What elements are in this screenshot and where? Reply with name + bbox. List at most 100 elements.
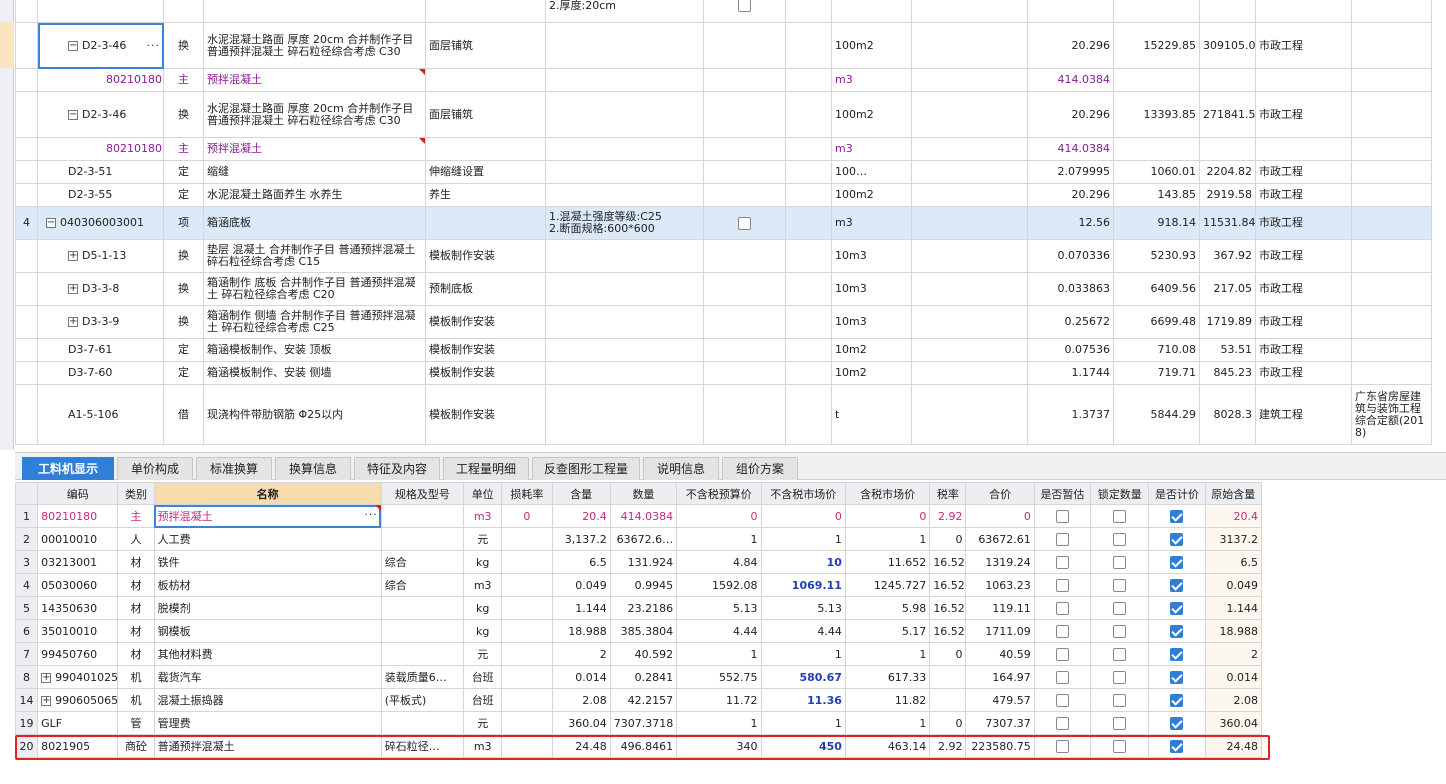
market-cell[interactable]: 1069.11 (760, 573, 846, 597)
lock-cell[interactable] (1090, 596, 1150, 620)
code-cell[interactable]: 00010010 (37, 527, 119, 551)
qty-cell[interactable]: 20.296 (1027, 91, 1114, 138)
price-cell[interactable]: 1060.01 (1113, 160, 1200, 184)
qty-cell[interactable]: 131.924 (609, 550, 678, 574)
unit-cell[interactable]: 100… (831, 160, 912, 184)
budget-cell[interactable]: 552.75 (676, 665, 762, 689)
priced-cell[interactable] (1148, 596, 1206, 620)
estimate-cell[interactable] (1033, 573, 1092, 597)
checkbox-cell[interactable] (703, 305, 786, 339)
qty-cell[interactable]: 0.070336 (1027, 239, 1114, 273)
extra-cell[interactable] (1351, 68, 1432, 92)
loss-cell[interactable] (501, 642, 553, 666)
checkbox[interactable] (738, 0, 751, 12)
no-cell[interactable] (15, 384, 38, 445)
priced-checkbox[interactable] (1170, 509, 1184, 523)
market-cell[interactable]: 10 (760, 550, 846, 574)
unit-cell[interactable]: m3 (463, 734, 503, 758)
priced-checkbox[interactable] (1170, 693, 1184, 707)
unit-cell[interactable]: 元 (463, 642, 503, 666)
qty-cell[interactable]: 7307.3718 (609, 711, 678, 735)
extra-cell[interactable] (1351, 22, 1432, 69)
code-cell[interactable]: 99450760 (37, 642, 119, 666)
qty-cell[interactable]: 40.592 (609, 642, 678, 666)
priced-cell[interactable] (1148, 642, 1206, 666)
taxmarket-cell[interactable]: 617.33 (844, 665, 931, 689)
feature-cell[interactable] (425, 137, 546, 161)
name-cell[interactable]: 预拌混凝土 (203, 137, 426, 161)
bill-row[interactable]: − D2-3-46 换水泥混凝土路面 厚度 20cm 合并制作子目 普通预拌混凝土 … (15, 91, 1432, 138)
tab-1[interactable]: 工料机显示 (22, 457, 114, 480)
unit-cell[interactable]: 台班 (463, 688, 503, 712)
major-cell[interactable]: 建筑工程 (1255, 384, 1352, 445)
column-header[interactable]: 不含税预算价 (676, 482, 762, 505)
collapse-icon[interactable]: − (46, 218, 56, 228)
extra-cell[interactable] (1351, 91, 1432, 138)
total-cell[interactable]: 1063.23 (965, 573, 1035, 597)
lock-checkbox[interactable] (1113, 670, 1127, 684)
name-cell[interactable]: 预拌混凝土 (203, 68, 426, 92)
no-cell[interactable] (15, 361, 38, 385)
price-cell[interactable]: 719.71 (1113, 361, 1200, 385)
name-cell[interactable]: 载货汽车 (153, 665, 382, 689)
market-cell[interactable]: 1 (760, 527, 846, 551)
budget-cell[interactable]: 1 (676, 527, 762, 551)
lock-cell[interactable] (1090, 573, 1150, 597)
tab-3[interactable]: 标准换算 (196, 457, 272, 480)
major-cell[interactable]: 市政工程 (1255, 361, 1352, 385)
feature-cell[interactable] (425, 0, 546, 23)
spec-cell[interactable]: 综合 (380, 550, 465, 574)
spec-cell[interactable] (545, 183, 704, 207)
code-cell[interactable]: − D2-3-46 ··· (37, 22, 164, 69)
rate-cell[interactable]: 2.92 (929, 504, 967, 528)
total-cell[interactable]: 63672.61 (965, 527, 1035, 551)
checkbox-cell[interactable] (703, 91, 786, 138)
feature-cell[interactable] (425, 68, 546, 92)
collapse-icon[interactable]: − (68, 40, 78, 51)
total-cell[interactable]: 7307.37 (965, 711, 1035, 735)
column-header[interactable]: 是否暂估 (1033, 482, 1092, 505)
type-cell[interactable]: 主 (163, 137, 204, 161)
content-cell[interactable]: 3,137.2 (551, 527, 611, 551)
column-header[interactable]: 含税市场价 (844, 482, 931, 505)
qty-cell[interactable]: 0.2841 (609, 665, 678, 689)
qty-cell[interactable]: 20.296 (1027, 183, 1114, 207)
loss-cell[interactable] (501, 619, 553, 643)
column-header[interactable]: 锁定数量 (1090, 482, 1150, 505)
code-cell[interactable]: 05030060 (37, 573, 119, 597)
column-header[interactable]: 损耗率 (501, 482, 553, 505)
tab-2[interactable]: 单价构成 (117, 457, 193, 480)
estimate-cell[interactable] (1033, 688, 1092, 712)
name-cell[interactable]: 箱涵制作 侧墙 合并制作子目 普通预拌混凝土 碎石粒径综合考虑 C25 (203, 305, 426, 339)
priced-cell[interactable] (1148, 550, 1206, 574)
major-cell[interactable]: 市政工程 (1255, 338, 1352, 362)
checkbox[interactable] (738, 216, 751, 230)
spec-cell[interactable] (545, 239, 704, 273)
bill-row[interactable]: − D2-3-46 ··· 换水泥混凝土路面 厚度 20cm 合并制作子目 普通预拌混… (15, 22, 1432, 69)
type-cell[interactable]: 定 (163, 160, 204, 184)
cat-cell[interactable]: 材 (117, 642, 155, 666)
resource-row[interactable]: 5 14350630 材脱模剂 kg 1.144 23.2186 5.13 5.13 5.98 1… (14, 596, 1263, 620)
spec-cell[interactable] (545, 160, 704, 184)
name-cell[interactable]: 现浇构件带肋钢筋 Φ25以内 (203, 384, 426, 445)
lock-checkbox[interactable] (1113, 647, 1127, 661)
extra-cell[interactable] (1351, 305, 1432, 339)
cat-cell[interactable]: 机 (117, 665, 155, 689)
priced-cell[interactable] (1148, 527, 1206, 551)
priced-cell[interactable] (1148, 688, 1206, 712)
taxmarket-cell[interactable]: 463.14 (844, 734, 931, 758)
total-cell[interactable]: 309105.04 (1199, 22, 1256, 69)
checkbox-cell[interactable] (703, 0, 786, 23)
major-cell[interactable] (1255, 0, 1352, 23)
feature-cell[interactable]: 模板制作安装 (425, 384, 546, 445)
checkbox-cell[interactable] (703, 22, 786, 69)
spec-cell[interactable] (380, 596, 465, 620)
loss-cell[interactable] (501, 527, 553, 551)
name-cell[interactable]: 板枋材 (153, 573, 382, 597)
unit-cell[interactable]: 100m2 (831, 91, 912, 138)
budget-cell[interactable]: 11.72 (676, 688, 762, 712)
type-cell[interactable]: 定 (163, 183, 204, 207)
spec-cell[interactable] (545, 91, 704, 138)
price-cell[interactable] (1113, 137, 1200, 161)
lock-cell[interactable] (1090, 619, 1150, 643)
